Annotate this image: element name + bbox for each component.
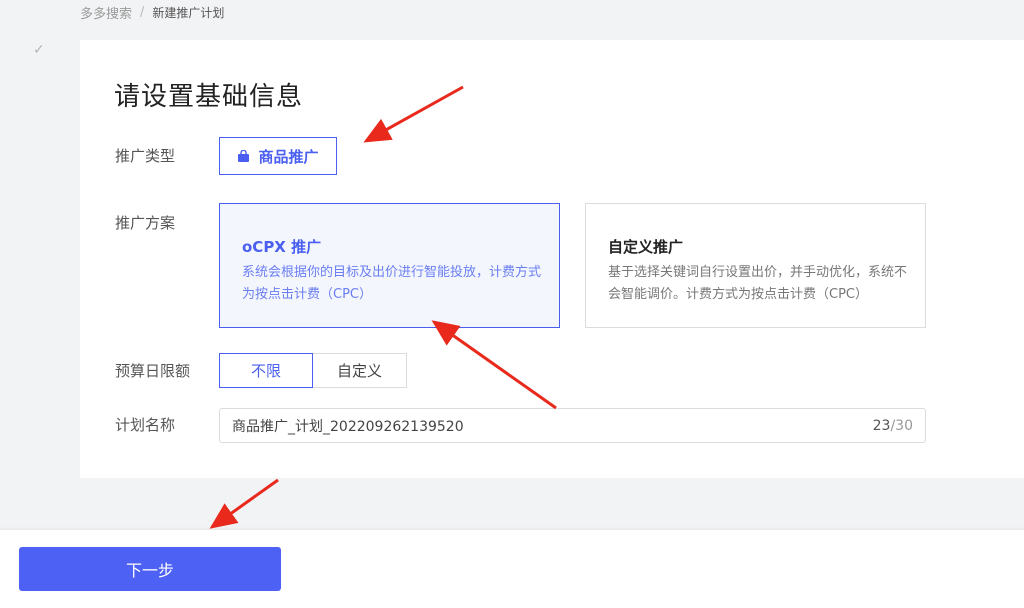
plan-name-label: 计划名称: [115, 416, 176, 434]
breadcrumb: 多多搜索 / 新建推广计划: [80, 3, 224, 22]
plan-name-input[interactable]: 商品推广_计划_202209262139520 23/30: [219, 408, 926, 443]
budget-toggle-group: 不限 自定义: [219, 353, 407, 388]
plan-ocpx-option[interactable]: oCPX 推广 系统会根据你的目标及出价进行智能投放，计费方式为按点击计费（CP…: [219, 203, 560, 328]
plan-label: 推广方案: [115, 214, 176, 232]
budget-unlimited-option[interactable]: 不限: [219, 353, 313, 388]
check-icon: ✓: [33, 42, 45, 58]
plan-name-value: 商品推广_计划_202209262139520: [232, 418, 464, 435]
breadcrumb-separator: /: [140, 5, 145, 20]
plan-ocpx-desc: 系统会根据你的目标及出价进行智能投放，计费方式为按点击计费（CPC）: [242, 265, 542, 302]
plan-custom-title: 自定义推广: [608, 238, 684, 256]
char-counter: 23/30: [873, 418, 913, 434]
budget-custom-option[interactable]: 自定义: [313, 353, 407, 388]
promo-type-goods-label: 商品推广: [258, 147, 319, 166]
promo-type-goods-button[interactable]: 商品推广: [219, 137, 337, 175]
promo-type-label: 推广类型: [115, 147, 176, 165]
char-count: 23: [872, 417, 891, 434]
basic-info-card: 请设置基础信息 推广类型 商品推广 推广方案 oCPX 推广 系统会根据你的目标…: [80, 40, 1024, 478]
page-title: 请设置基础信息: [114, 82, 304, 112]
plan-custom-desc: 基于选择关键词自行设置出价，并手动优化，系统不会智能调价。计费方式为按点击计费（…: [608, 265, 908, 302]
budget-label: 预算日限额: [115, 362, 191, 380]
next-step-button[interactable]: 下一步: [19, 547, 281, 591]
annotation-arrow-next: [209, 478, 279, 529]
footer-bar: 下一步: [0, 530, 1024, 608]
breadcrumb-current: 新建推广计划: [152, 6, 225, 20]
plan-ocpx-title: oCPX 推广: [242, 238, 322, 256]
breadcrumb-parent-link[interactable]: 多多搜索: [80, 3, 132, 22]
plan-custom-option[interactable]: 自定义推广 基于选择关键词自行设置出价，并手动优化，系统不会智能调价。计费方式为…: [585, 203, 926, 328]
char-max: /30: [890, 417, 913, 434]
shopping-bag-icon: [237, 150, 250, 162]
